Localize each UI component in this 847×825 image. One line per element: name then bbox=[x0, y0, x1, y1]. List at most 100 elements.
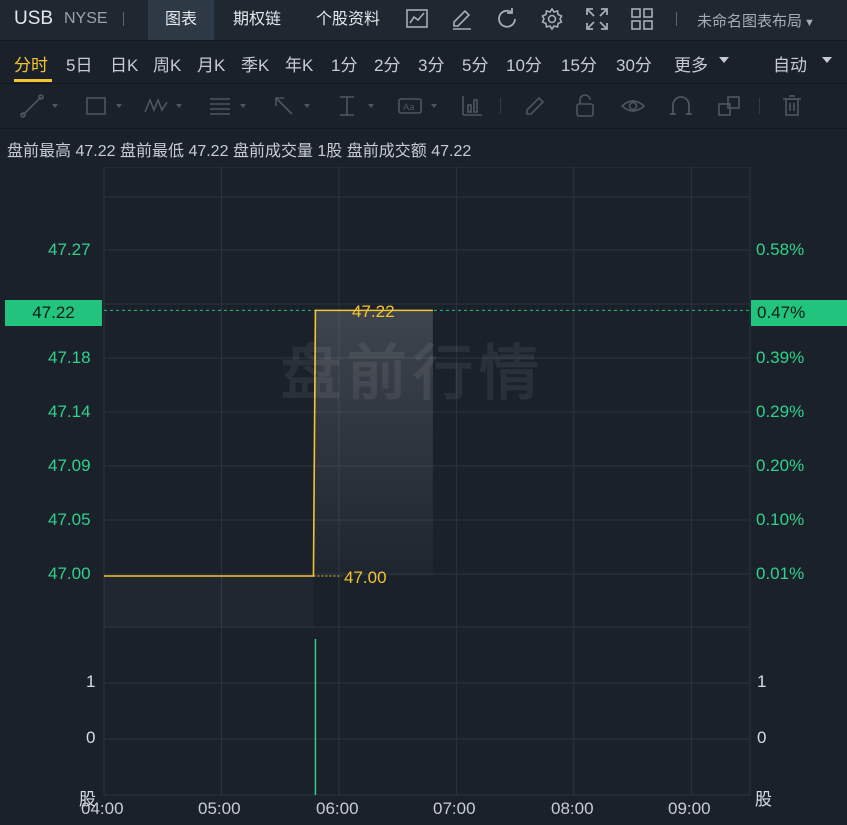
percent-tick: 0.01% bbox=[756, 564, 805, 583]
time-tick: 07:00 bbox=[433, 799, 476, 818]
chevron-down-icon bbox=[240, 104, 246, 108]
svg-text:Aa: Aa bbox=[403, 103, 415, 113]
chart-line-icon[interactable] bbox=[404, 6, 430, 32]
more-chevron-down-icon bbox=[719, 57, 729, 63]
premarket-amount-label: 盘前成交额 bbox=[346, 143, 427, 160]
percent-tick: 0.29% bbox=[756, 402, 805, 421]
chart-canvas[interactable] bbox=[0, 167, 847, 825]
price-tick: 47.00 bbox=[48, 564, 91, 583]
percent-tick: 0.10% bbox=[756, 510, 805, 529]
settings-gear-icon[interactable] bbox=[539, 6, 565, 32]
premarket-high-value: 47.22 bbox=[75, 143, 116, 160]
trash-icon[interactable] bbox=[778, 92, 806, 120]
rectangle-tool-icon[interactable] bbox=[82, 92, 110, 120]
divider bbox=[676, 12, 677, 26]
tab-option-chain[interactable]: 期权链 bbox=[222, 0, 292, 40]
exchange-label: NYSE bbox=[64, 10, 108, 27]
trend-line-tool-icon[interactable] bbox=[18, 92, 46, 120]
wave-pattern-tool-icon[interactable] bbox=[142, 92, 170, 120]
tab-chart[interactable]: 图表 bbox=[148, 0, 214, 40]
time-tick: 04:00 bbox=[81, 799, 124, 818]
chevron-down-icon bbox=[304, 104, 310, 108]
period-30min[interactable]: 30分 bbox=[616, 51, 652, 76]
premarket-watermark: 盘前行情 bbox=[281, 340, 545, 407]
percent-tick: 0.20% bbox=[756, 456, 805, 475]
time-tick: 05:00 bbox=[198, 799, 241, 818]
more-periods-button[interactable]: 更多 bbox=[674, 51, 708, 76]
edit-pen-icon[interactable] bbox=[449, 6, 475, 32]
chevron-down-icon bbox=[368, 104, 374, 108]
time-tick: 06:00 bbox=[316, 799, 359, 818]
premarket-low-label: 盘前最低 bbox=[119, 143, 184, 160]
premarket-amount-value: 47.22 bbox=[431, 143, 472, 160]
clone-icon[interactable] bbox=[715, 92, 743, 120]
current-percent-badge: 0.47% bbox=[751, 300, 847, 326]
top-bar: USB NYSE 图表 期权链 个股资料 未命名图表布局 ▼ bbox=[0, 0, 847, 41]
tab-stock-profile[interactable]: 个股资料 bbox=[304, 0, 392, 40]
indicator-tool-icon[interactable] bbox=[458, 92, 486, 120]
period-week-k[interactable]: 周K bbox=[153, 51, 181, 76]
divider bbox=[759, 98, 760, 114]
time-tick: 08:00 bbox=[551, 799, 594, 818]
period-timeshare[interactable]: 分时 bbox=[14, 51, 48, 76]
chevron-down-icon bbox=[176, 104, 182, 108]
period-year-k[interactable]: 年K bbox=[285, 51, 313, 76]
premarket-volume-value: 1股 bbox=[317, 143, 343, 160]
current-price-badge: 47.22 bbox=[5, 300, 102, 326]
refresh-icon[interactable] bbox=[494, 6, 520, 32]
period-quarter-k[interactable]: 季K bbox=[241, 51, 269, 76]
auto-scale-button[interactable]: 自动 bbox=[773, 51, 807, 76]
volume-unit-right: 股 bbox=[755, 790, 772, 809]
price-chart[interactable]: 盘前行情 47.27 47.18 47.14 47.09 47.05 47.00… bbox=[0, 167, 847, 825]
chevron-down-icon bbox=[52, 104, 58, 108]
price-tick: 47.18 bbox=[48, 348, 91, 367]
price-tick: 47.14 bbox=[48, 402, 91, 421]
volume-tick: 1 bbox=[757, 672, 767, 691]
premarket-volume-label: 盘前成交量 bbox=[232, 143, 313, 160]
period-5min[interactable]: 5分 bbox=[462, 51, 488, 76]
drawing-toolbar: Aa bbox=[0, 84, 847, 129]
chevron-down-icon: ▼ bbox=[804, 17, 815, 29]
layout-label: 未命名图表布局 bbox=[697, 13, 803, 30]
arrow-tool-icon[interactable] bbox=[270, 92, 298, 120]
period-15min[interactable]: 15分 bbox=[561, 51, 597, 76]
premarket-high-label: 盘前最高 bbox=[7, 143, 72, 160]
magnet-icon[interactable] bbox=[667, 92, 695, 120]
divider bbox=[500, 98, 501, 114]
premarket-stats: 盘前最高 47.22 盘前最低 47.22 盘前成交量 1股 盘前成交额 47.… bbox=[7, 137, 471, 161]
time-tick: 09:00 bbox=[668, 799, 711, 818]
period-month-k[interactable]: 月K bbox=[197, 51, 225, 76]
percent-tick: 0.39% bbox=[756, 348, 805, 367]
ticker-symbol: USB bbox=[14, 8, 54, 29]
text-tool-icon[interactable]: Aa bbox=[396, 92, 424, 120]
chevron-down-icon bbox=[431, 104, 437, 108]
pencil-icon[interactable] bbox=[521, 92, 549, 120]
price-tick: 47.05 bbox=[48, 510, 91, 529]
period-2min[interactable]: 2分 bbox=[374, 51, 400, 76]
period-day-k[interactable]: 日K bbox=[110, 51, 138, 76]
volume-tick: 0 bbox=[757, 728, 767, 747]
price-tick: 47.09 bbox=[48, 456, 91, 475]
low-price-marker: 47.00 bbox=[344, 568, 387, 587]
premarket-low-value: 47.22 bbox=[188, 143, 229, 160]
fullscreen-icon[interactable] bbox=[584, 6, 610, 32]
active-period-underline bbox=[14, 79, 52, 82]
period-3min[interactable]: 3分 bbox=[418, 51, 444, 76]
period-1min[interactable]: 1分 bbox=[331, 51, 357, 76]
percent-tick: 0.58% bbox=[756, 240, 805, 259]
grid-layout-icon[interactable] bbox=[629, 6, 655, 32]
volume-tick: 1 bbox=[86, 672, 96, 691]
fibonacci-tool-icon[interactable] bbox=[206, 92, 234, 120]
lock-icon[interactable] bbox=[571, 92, 599, 120]
period-10min[interactable]: 10分 bbox=[506, 51, 542, 76]
period-5day[interactable]: 5日 bbox=[66, 51, 92, 76]
volume-tick: 0 bbox=[86, 728, 96, 747]
divider bbox=[123, 12, 124, 26]
price-area-fill bbox=[104, 576, 313, 627]
high-price-marker: 47.22 bbox=[352, 302, 395, 321]
chevron-down-icon bbox=[116, 104, 122, 108]
eye-icon[interactable] bbox=[619, 92, 647, 120]
price-range-tool-icon[interactable] bbox=[333, 92, 361, 120]
price-tick: 47.27 bbox=[48, 240, 91, 259]
layout-selector[interactable]: 未命名图表布局 ▼ bbox=[697, 10, 815, 31]
